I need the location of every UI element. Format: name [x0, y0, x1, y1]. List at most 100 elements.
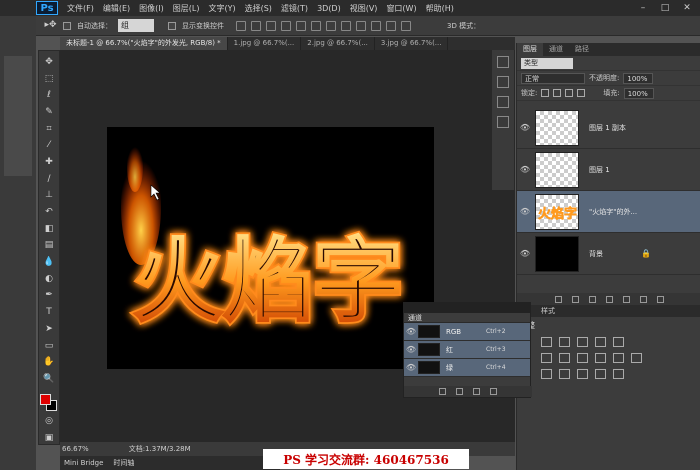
- black-white-icon[interactable]: [577, 353, 588, 363]
- distribute-vcenter-icon[interactable]: [341, 20, 351, 31]
- lock-pixels-icon[interactable]: [553, 89, 562, 97]
- channel-row-rgb[interactable]: 👁 RGB Ctrl+2: [404, 323, 530, 341]
- eye-icon[interactable]: 👁: [404, 345, 418, 354]
- new-channel-icon[interactable]: [473, 388, 480, 395]
- crop-icon[interactable]: ⌗: [43, 124, 56, 135]
- show-transform-checkbox[interactable]: [168, 21, 176, 30]
- doc-tab-3jpg[interactable]: 3.jpg @ 66.7%(...: [375, 37, 449, 50]
- lock-position-icon[interactable]: [565, 89, 574, 97]
- eye-icon[interactable]: 👁: [517, 123, 533, 132]
- menu-layer[interactable]: 图层(L): [173, 3, 200, 14]
- doc-tab-2jpg[interactable]: 2.jpg @ 66.7%(...: [301, 37, 375, 50]
- align-bottom-icon[interactable]: [266, 20, 276, 31]
- history-panel-icon[interactable]: [497, 56, 509, 68]
- add-mask-icon[interactable]: [588, 295, 596, 303]
- doc-tab-1jpg[interactable]: 1.jpg @ 66.7%(...: [228, 37, 302, 50]
- maximize-icon[interactable]: □: [658, 2, 672, 13]
- type-icon[interactable]: T: [43, 307, 56, 318]
- curves-icon[interactable]: [577, 337, 588, 347]
- blend-mode-dropdown[interactable]: 正常: [521, 72, 585, 84]
- posterize-icon[interactable]: [559, 369, 570, 379]
- exposure-icon[interactable]: [595, 337, 606, 347]
- marquee-icon[interactable]: ⬚: [43, 74, 56, 85]
- menu-select[interactable]: 选择(S): [245, 3, 272, 14]
- stamp-icon[interactable]: ⊥: [43, 191, 56, 202]
- quick-mask-icon[interactable]: ◎: [43, 417, 56, 428]
- channel-row-green[interactable]: 👁 绿 Ctrl+4: [404, 359, 530, 377]
- photo-filter-icon[interactable]: [595, 353, 606, 363]
- eraser-icon[interactable]: ◧: [43, 224, 56, 235]
- layer-row[interactable]: 👁 图层 1: [517, 149, 700, 191]
- load-selection-icon[interactable]: [439, 388, 446, 395]
- menu-type[interactable]: 文字(Y): [208, 3, 235, 14]
- channel-mixer-icon[interactable]: [613, 353, 624, 363]
- align-top-icon[interactable]: [236, 20, 246, 31]
- channel-row-red[interactable]: 👁 红 Ctrl+3: [404, 341, 530, 359]
- hand-icon[interactable]: ✋: [43, 357, 56, 368]
- distribute-hcenter-icon[interactable]: [386, 20, 396, 31]
- paragraph-panel-icon[interactable]: [497, 116, 509, 128]
- tab-paths[interactable]: 路径: [569, 43, 595, 56]
- delete-layer-icon[interactable]: [656, 295, 664, 303]
- screen-mode-icon[interactable]: ▣: [43, 433, 56, 444]
- zoom-icon[interactable]: 🔍: [43, 374, 56, 385]
- move-icon[interactable]: ✥: [43, 57, 56, 68]
- quick-select-icon[interactable]: ✎: [43, 107, 56, 118]
- history-brush-icon[interactable]: ↶: [43, 207, 56, 218]
- link-layers-icon[interactable]: [554, 295, 562, 303]
- close-icon[interactable]: ✕: [680, 2, 694, 13]
- new-layer-icon[interactable]: [639, 295, 647, 303]
- align-right-icon[interactable]: [311, 20, 321, 31]
- color-lookup-icon[interactable]: [631, 353, 642, 363]
- properties-panel-icon[interactable]: [497, 76, 509, 88]
- invert-icon[interactable]: [541, 369, 552, 379]
- align-left-icon[interactable]: [281, 20, 291, 31]
- align-hcenter-icon[interactable]: [296, 20, 306, 31]
- menu-image[interactable]: 图像(I): [139, 3, 164, 14]
- eyedropper-icon[interactable]: ⁄: [43, 140, 56, 151]
- menu-help[interactable]: 帮助(H): [426, 3, 454, 14]
- new-group-icon[interactable]: [622, 295, 630, 303]
- color-balance-icon[interactable]: [559, 353, 570, 363]
- threshold-icon[interactable]: [577, 369, 588, 379]
- eye-icon[interactable]: 👁: [404, 363, 418, 372]
- lock-all-icon[interactable]: [577, 89, 586, 97]
- distribute-right-icon[interactable]: [401, 20, 411, 31]
- distribute-bottom-icon[interactable]: [356, 20, 366, 31]
- brush-icon[interactable]: ∕: [43, 174, 56, 185]
- brightness-icon[interactable]: [541, 337, 552, 347]
- layer-row-selected[interactable]: 👁 火焰字 "火焰字"的外...: [517, 191, 700, 233]
- fill-input[interactable]: 100%: [623, 87, 654, 99]
- eye-icon[interactable]: 👁: [517, 207, 533, 216]
- eye-icon[interactable]: 👁: [404, 327, 418, 336]
- shape-icon[interactable]: ▭: [43, 341, 56, 352]
- gradient-icon[interactable]: ▤: [43, 241, 56, 252]
- styles-tab[interactable]: 样式: [517, 305, 700, 317]
- hue-saturation-icon[interactable]: [541, 353, 552, 363]
- layer-row[interactable]: 👁 背景 🔒: [517, 233, 700, 275]
- lasso-icon[interactable]: ℓ: [43, 90, 56, 101]
- eye-icon[interactable]: 👁: [517, 165, 533, 174]
- distribute-top-icon[interactable]: [326, 20, 336, 31]
- auto-select-checkbox[interactable]: [63, 21, 71, 30]
- foreground-color-swatch[interactable]: [40, 393, 51, 405]
- mini-bridge-tab[interactable]: Mini Bridge: [64, 459, 103, 467]
- blur-icon[interactable]: 💧: [43, 257, 56, 268]
- zoom-level[interactable]: 66.67%: [62, 445, 89, 453]
- doc-tab-active[interactable]: 未标题-1 @ 66.7%("火焰字"的外发光, RGB/8) *: [60, 37, 228, 50]
- vibrance-icon[interactable]: [613, 337, 624, 347]
- path-select-icon[interactable]: ➤: [43, 324, 56, 335]
- menu-3d[interactable]: 3D(D): [317, 4, 341, 13]
- save-selection-icon[interactable]: [456, 388, 463, 395]
- menu-view[interactable]: 视图(V): [350, 3, 378, 14]
- menu-filter[interactable]: 滤镜(T): [281, 3, 308, 14]
- menu-file[interactable]: 文件(F): [67, 3, 94, 14]
- selective-color-icon[interactable]: [613, 369, 624, 379]
- layer-filter-dropdown[interactable]: 类型: [521, 57, 573, 69]
- pen-icon[interactable]: ✒: [43, 291, 56, 302]
- distribute-left-icon[interactable]: [371, 20, 381, 31]
- gradient-map-icon[interactable]: [595, 369, 606, 379]
- lock-transparent-icon[interactable]: [541, 89, 550, 97]
- delete-channel-icon[interactable]: [490, 388, 497, 395]
- move-tool-preset-icon[interactable]: ▸✥: [44, 20, 57, 32]
